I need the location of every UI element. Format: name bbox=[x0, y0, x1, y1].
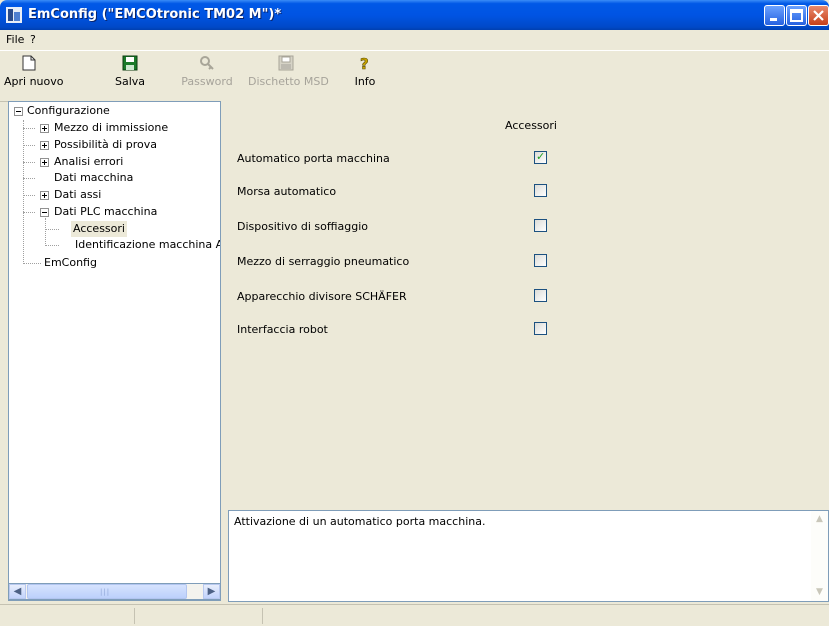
tree-item-dati-plc[interactable]: Dati PLC macchina bbox=[54, 204, 157, 220]
app-icon bbox=[6, 7, 22, 23]
expand-icon[interactable] bbox=[40, 158, 49, 167]
window-title: EmConfig ("EMCOtronic TM02 M")* bbox=[28, 7, 282, 22]
scroll-left-arrow-icon[interactable]: ◀ bbox=[9, 584, 26, 599]
collapse-icon[interactable] bbox=[40, 208, 49, 217]
salva-label: Salva bbox=[114, 75, 146, 88]
config-tree[interactable]: Configurazione Mezzo di immissione Possi… bbox=[8, 101, 221, 601]
new-document-icon bbox=[4, 55, 54, 73]
checkmark-icon: ✓ bbox=[536, 150, 546, 163]
checkbox-interfaccia-robot[interactable] bbox=[534, 322, 547, 335]
scroll-grip-icon: ||| bbox=[100, 588, 111, 596]
tree-line bbox=[23, 178, 35, 179]
tree-line bbox=[23, 212, 35, 213]
tree-item-accessori[interactable]: Accessori bbox=[71, 221, 127, 237]
tree-line bbox=[23, 128, 35, 129]
tree-line bbox=[23, 145, 35, 146]
collapse-icon[interactable] bbox=[14, 107, 23, 116]
apri-nuovo-label: Apri nuovo bbox=[4, 75, 64, 88]
tree-item-analisi-errori[interactable]: Analisi errori bbox=[54, 154, 123, 170]
password-label: Password bbox=[181, 75, 233, 88]
maximize-button[interactable] bbox=[786, 5, 807, 26]
status-panel-divider bbox=[134, 608, 135, 624]
checkbox-apparecchio-divisore[interactable] bbox=[534, 289, 547, 302]
info-button[interactable]: ? Info bbox=[350, 55, 380, 88]
tree-item-configurazione[interactable]: Configurazione bbox=[27, 103, 110, 119]
dischetto-msd-label: Dischetto MSD bbox=[248, 75, 329, 88]
tree-item-identificazione[interactable]: Identificazione macchina AC bbox=[75, 237, 220, 253]
toolbar: Apri nuovo Salva Password Dischetto MSD … bbox=[0, 51, 829, 102]
tree-line bbox=[45, 245, 59, 246]
checkbox-morsa-automatico[interactable] bbox=[534, 184, 547, 197]
tree-line bbox=[23, 120, 24, 264]
row-label: Apparecchio divisore SCHÄFER bbox=[237, 290, 407, 303]
row-label: Dispositivo di soffiaggio bbox=[237, 220, 368, 233]
scroll-down-arrow-icon[interactable]: ▼ bbox=[811, 584, 828, 601]
row-label: Morsa automatico bbox=[237, 185, 337, 198]
description-text: Attivazione di un automatico porta macch… bbox=[234, 515, 486, 528]
expand-icon[interactable] bbox=[40, 141, 49, 150]
expand-icon[interactable] bbox=[40, 124, 49, 133]
row-label: Mezzo di serraggio pneumatico bbox=[237, 255, 410, 268]
tree-item-dati-macchina[interactable]: Dati macchina bbox=[54, 170, 133, 186]
title-bar: EmConfig ("EMCOtronic TM02 M")* bbox=[0, 0, 829, 30]
checkbox-mezzo-serraggio[interactable] bbox=[534, 254, 547, 267]
apri-nuovo-button[interactable]: Apri nuovo bbox=[4, 55, 64, 88]
status-panel-divider bbox=[262, 608, 263, 624]
floppy-icon bbox=[248, 55, 324, 73]
status-bar bbox=[0, 604, 829, 626]
description-vertical-scrollbar[interactable]: ▲ ▼ bbox=[811, 511, 828, 601]
tree-line bbox=[23, 263, 41, 264]
row-label: Automatico porta macchina bbox=[237, 152, 390, 165]
scroll-right-arrow-icon[interactable]: ▶ bbox=[203, 584, 220, 599]
info-label: Info bbox=[354, 75, 376, 88]
tree-line bbox=[23, 162, 35, 163]
row-label: Interfaccia robot bbox=[237, 323, 328, 336]
menu-help[interactable]: ? bbox=[30, 33, 36, 46]
scroll-thumb[interactable]: ||| bbox=[27, 584, 187, 599]
tree-item-emconfig[interactable]: EmConfig bbox=[44, 255, 97, 271]
menu-bar: File ? bbox=[0, 30, 829, 51]
key-icon bbox=[180, 55, 234, 73]
scroll-up-arrow-icon[interactable]: ▲ bbox=[811, 511, 828, 528]
password-button[interactable]: Password bbox=[180, 55, 234, 88]
tree-item-possibilita-prova[interactable]: Possibilità di prova bbox=[54, 137, 157, 153]
menu-file[interactable]: File bbox=[6, 33, 24, 46]
tree-item-dati-assi[interactable]: Dati assi bbox=[54, 187, 101, 203]
salva-button[interactable]: Salva bbox=[108, 55, 152, 88]
tree-line bbox=[23, 195, 35, 196]
svg-text:?: ? bbox=[360, 55, 369, 73]
column-header: Accessori bbox=[505, 119, 557, 132]
tree-horizontal-scrollbar[interactable]: ◀ ||| ▶ bbox=[8, 583, 221, 600]
description-box[interactable]: Attivazione di un automatico porta macch… bbox=[228, 510, 829, 602]
checkbox-automatico-porta[interactable]: ✓ bbox=[534, 150, 547, 164]
dischetto-msd-button[interactable]: Dischetto MSD bbox=[248, 55, 329, 88]
tree-item-mezzo-immissione[interactable]: Mezzo di immissione bbox=[54, 120, 168, 136]
tree-line bbox=[45, 229, 59, 230]
minimize-button[interactable] bbox=[764, 5, 785, 26]
info-question-icon: ? bbox=[350, 55, 380, 74]
close-button[interactable] bbox=[808, 5, 829, 26]
expand-icon[interactable] bbox=[40, 191, 49, 200]
checkbox-dispositivo-soffiaggio[interactable] bbox=[534, 219, 547, 232]
tree-line bbox=[45, 218, 46, 246]
save-icon bbox=[108, 55, 152, 73]
